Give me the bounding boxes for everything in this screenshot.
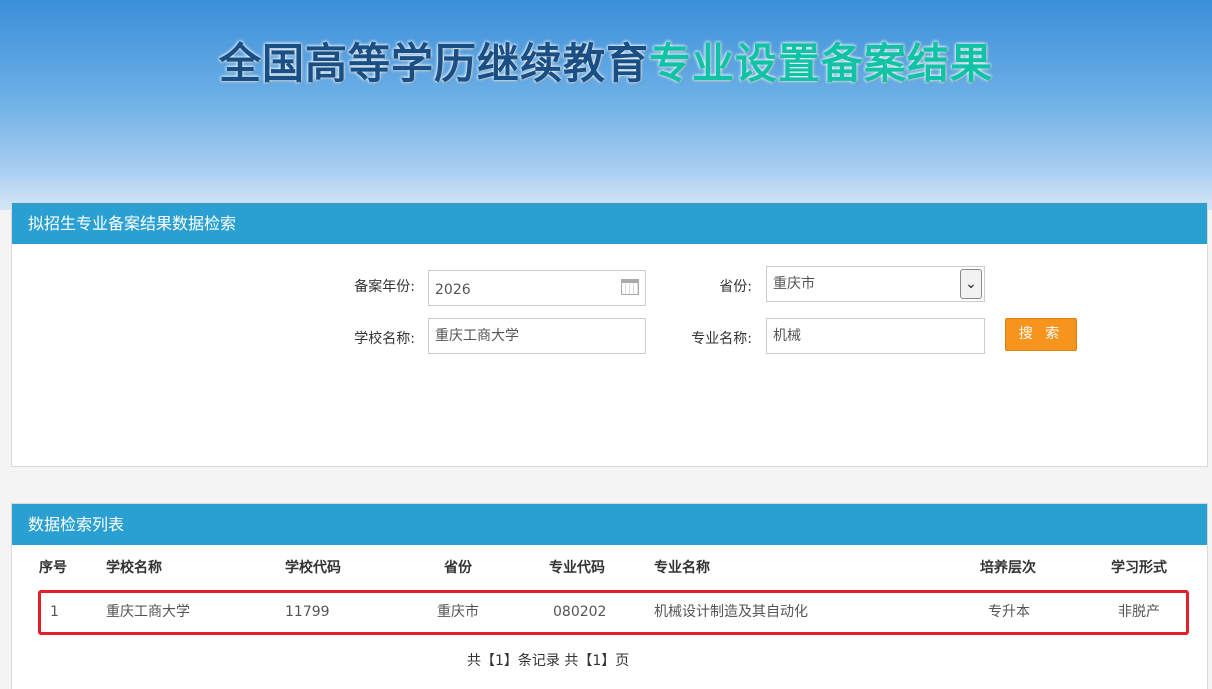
search-panel-title: 拟招生专业备案结果数据检索	[12, 203, 1207, 244]
column-header: 省份	[444, 560, 472, 576]
search-button[interactable]: 搜 索	[1005, 318, 1077, 351]
results-panel: 数据检索列表 序号 学校名称 学校代码 省份 专业代码 专业名称 培养层次 学习…	[11, 503, 1208, 689]
province-select[interactable]: 重庆市 ⌄	[766, 266, 985, 302]
year-input[interactable]: 2026	[428, 270, 646, 306]
calendar-icon[interactable]	[621, 279, 639, 295]
row-highlight-box	[38, 590, 1189, 635]
column-header: 学校名称	[106, 560, 162, 576]
table-header: 序号 学校名称 学校代码 省份 专业代码 专业名称 培养层次 学习形式	[12, 546, 1207, 590]
pagination-summary: 共【1】条记录 共【1】页	[467, 653, 630, 669]
school-input[interactable]: 重庆工商大学	[428, 318, 646, 354]
province-value: 重庆市	[773, 276, 815, 292]
province-label: 省份:	[719, 279, 752, 295]
column-header: 学校代码	[285, 560, 341, 576]
school-label: 学校名称:	[354, 331, 415, 347]
major-input[interactable]: 机械	[766, 318, 985, 354]
school-value: 重庆工商大学	[435, 328, 519, 344]
year-value: 2026	[435, 282, 471, 298]
major-value: 机械	[773, 328, 801, 344]
major-label: 专业名称:	[691, 331, 752, 347]
year-label: 备案年份:	[354, 279, 415, 295]
column-header: 专业代码	[549, 560, 605, 576]
column-header: 培养层次	[980, 560, 1036, 576]
header-banner: 全国高等学历继续教育专业设置备案结果	[0, 0, 1212, 210]
search-panel: 拟招生专业备案结果数据检索 备案年份: 2026 省份: 重庆市 ⌄ 学校名称:…	[11, 202, 1208, 467]
column-header: 学习形式	[1111, 560, 1167, 576]
page-title-part2: 专业设置备案结果	[649, 39, 994, 88]
column-header: 专业名称	[654, 560, 710, 576]
results-panel-title: 数据检索列表	[12, 504, 1207, 545]
page-title: 全国高等学历继续教育专业设置备案结果	[0, 30, 1212, 91]
chevron-down-icon[interactable]: ⌄	[960, 269, 982, 299]
column-header: 序号	[39, 560, 67, 576]
page-title-part1: 全国高等学历继续教育	[218, 39, 649, 88]
